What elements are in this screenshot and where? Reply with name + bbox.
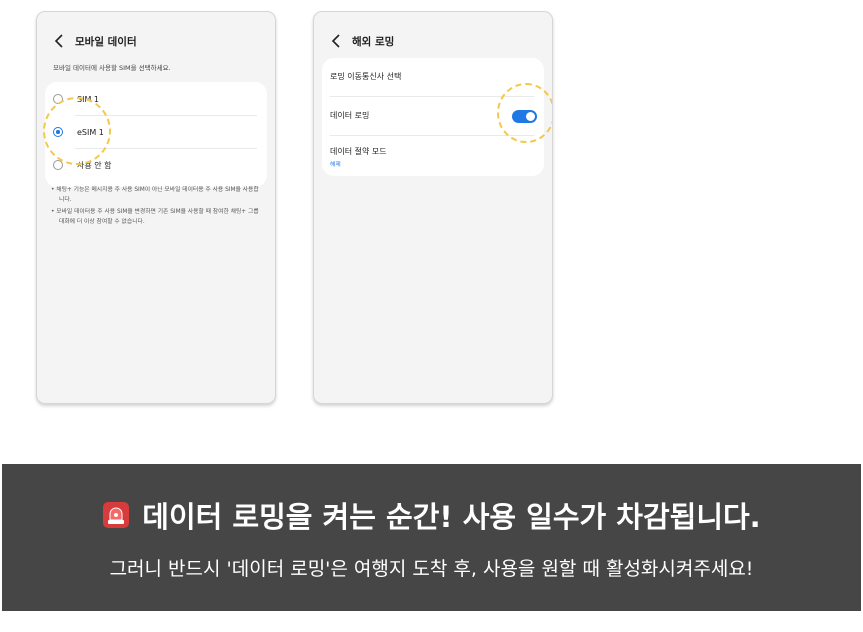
data-saver-item[interactable]: 데이터 절약 모드 해제 [322,136,544,176]
mobile-data-screen: 모바일 데이터 모바일 데이터에 사용할 SIM을 선택하세요. SIM 1 e… [36,11,276,404]
note-text: • 모바일 데이터용 주 사용 SIM을 변경하면 기존 SIM을 사용할 때 … [51,209,259,225]
banner-headline: 데이터 로밍을 켜는 순간! 사용 일수가 차감됩니다. [142,500,761,534]
page-title: 모바일 데이터 [75,35,137,48]
warning-banner: 데이터 로밍을 켜는 순간! 사용 일수가 차감됩니다. 그러니 반드시 '데이… [2,464,861,611]
notes: • 채팅+ 기능은 메시지용 주 사용 SIM이 아닌 모바일 데이터용 주 사… [51,186,261,230]
page-title: 해외 로밍 [352,35,395,48]
item-label: 로밍 이동통신사 선택 [330,72,402,81]
item-status: 해제 [330,162,341,168]
note-text: • 채팅+ 기능은 메시지용 주 사용 SIM이 아닌 모바일 데이터용 주 사… [51,187,259,203]
roaming-screen: 해외 로밍 로밍 이동통신사 선택 데이터 로밍 데이터 절약 모드 해제 [313,11,553,404]
highlight-circle [43,97,111,165]
header: 모바일 데이터 [51,32,137,50]
highlight-circle [497,83,552,143]
header: 해외 로밍 [328,32,394,50]
item-label: 데이터 로밍 [330,111,370,120]
item-label: 데이터 절약 모드 [330,147,387,156]
back-arrow-icon[interactable] [328,32,346,50]
banner-headline-row: 데이터 로밍을 켜는 순간! 사용 일수가 차감됩니다. [2,494,861,536]
page-subtitle: 모바일 데이터에 사용할 SIM을 선택하세요. [53,64,171,72]
siren-icon [103,502,130,528]
banner-subline: 그러니 반드시 '데이터 로밍'은 여행지 도착 후, 사용을 원할 때 활성화… [109,558,754,580]
back-arrow-icon[interactable] [51,32,69,50]
